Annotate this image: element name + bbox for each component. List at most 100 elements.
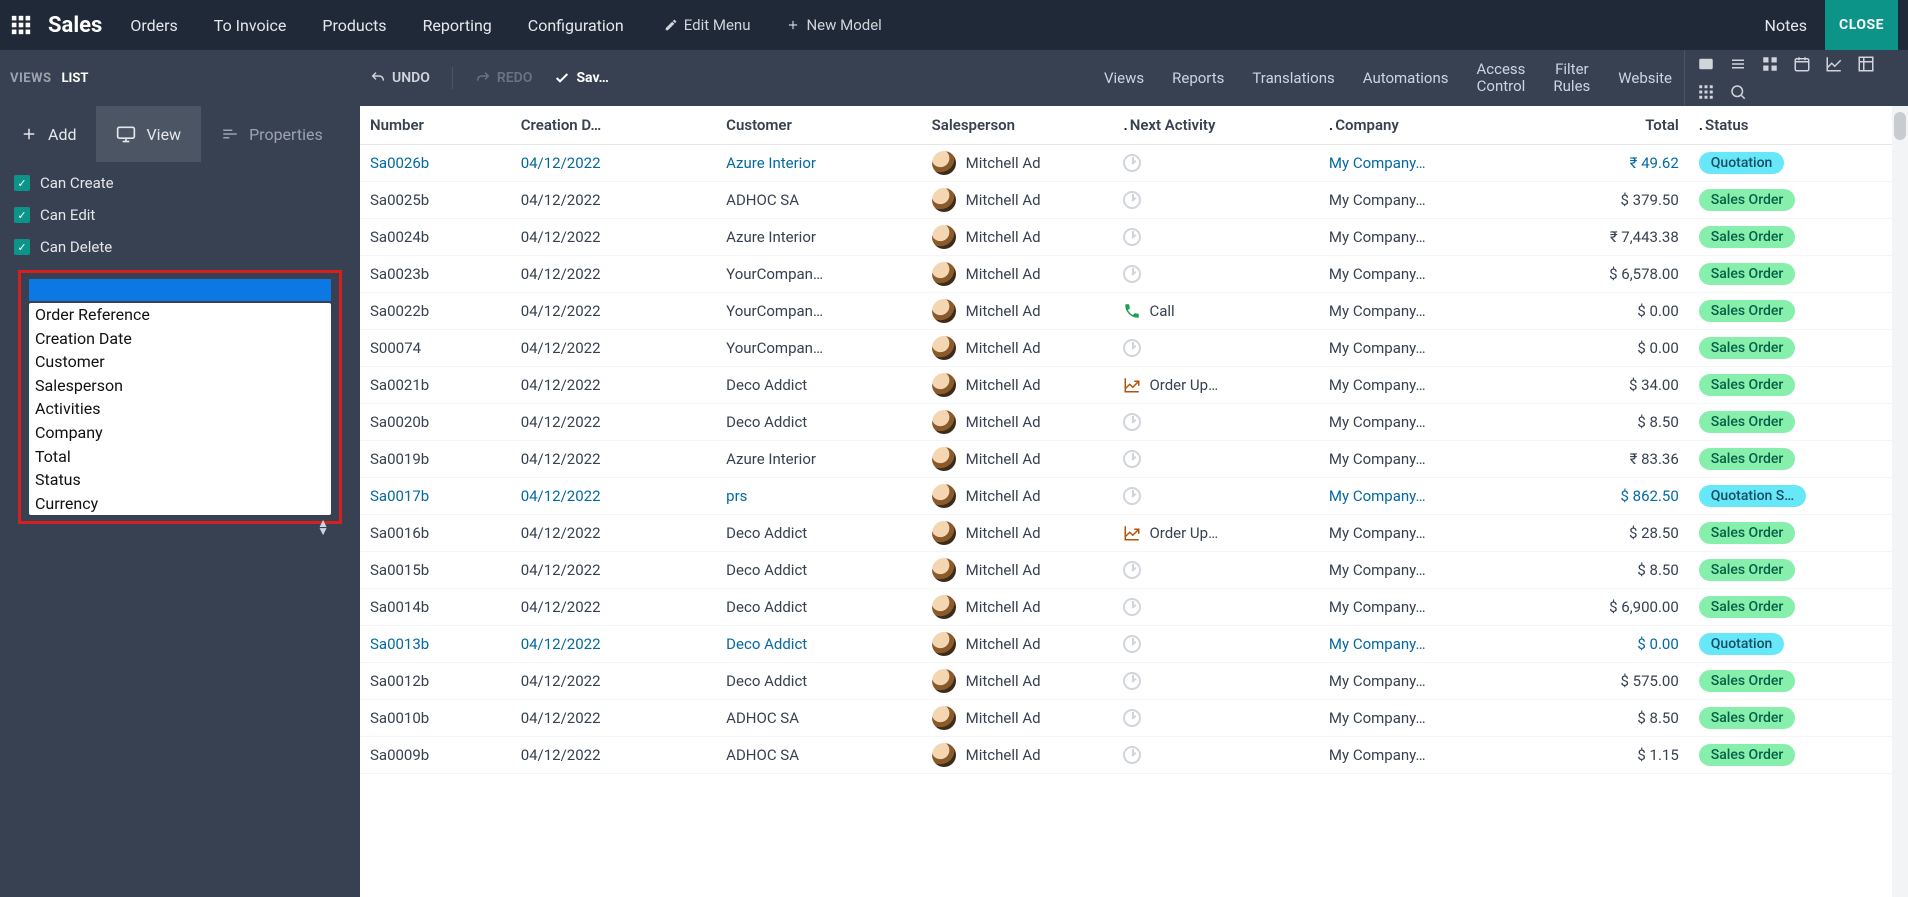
menu-orders[interactable]: Orders	[130, 16, 177, 35]
sidebar-tab-properties[interactable]: Properties	[201, 106, 343, 162]
graph-view-icon[interactable]	[1825, 55, 1843, 73]
cell-total: $ 8.50	[1497, 404, 1689, 441]
combo-option[interactable]: Customer	[29, 350, 331, 374]
combo-option[interactable]: Salesperson	[29, 374, 331, 398]
app-title[interactable]: Sales	[48, 13, 102, 38]
combo-option[interactable]: Creation Date	[29, 327, 331, 351]
table-row[interactable]: Sa0016b04/12/2022Deco AddictMitchell AdO…	[360, 515, 1908, 552]
table-row[interactable]: Sa0022b04/12/2022YourCompan…Mitchell AdC…	[360, 293, 1908, 330]
menu-products[interactable]: Products	[322, 16, 386, 35]
redo-button[interactable]: REDO	[475, 70, 533, 86]
tab-access-control[interactable]: AccessControl	[1476, 61, 1525, 96]
combo-option[interactable]: Total	[29, 445, 331, 469]
pencil-icon	[664, 18, 678, 32]
list-view-icon[interactable]	[1729, 55, 1747, 73]
tab-filter-rules[interactable]: FilterRules	[1553, 61, 1590, 96]
tab-automations[interactable]: Automations	[1363, 69, 1449, 87]
apps-icon[interactable]	[10, 14, 32, 36]
close-button[interactable]: CLOSE	[1825, 0, 1898, 50]
sort-by-input[interactable]	[29, 279, 331, 301]
col-company[interactable]: Company	[1319, 106, 1497, 145]
table-row[interactable]: Sa0009b04/12/2022ADHOC SAMitchell AdMy C…	[360, 737, 1908, 774]
col-salesperson[interactable]: Salesperson	[922, 106, 1114, 145]
col-next-activity[interactable]: Next Activity	[1113, 106, 1318, 145]
combo-option[interactable]: Activities	[29, 397, 331, 421]
table-row[interactable]: Sa0012b04/12/2022Deco AddictMitchell AdM…	[360, 663, 1908, 700]
can-edit-checkbox[interactable]: ✓Can Edit	[14, 206, 346, 224]
can-delete-label: Can Delete	[40, 238, 112, 256]
table-row[interactable]: Sa0014b04/12/2022Deco AddictMitchell AdM…	[360, 589, 1908, 626]
cell-activity[interactable]	[1113, 663, 1318, 700]
table-row[interactable]: Sa0019b04/12/2022Azure InteriorMitchell …	[360, 441, 1908, 478]
can-delete-checkbox[interactable]: ✓Can Delete	[14, 238, 346, 256]
cell-activity[interactable]	[1113, 700, 1318, 737]
edit-menu-button[interactable]: Edit Menu	[664, 16, 751, 34]
table-row[interactable]: Sa0021b04/12/2022Deco AddictMitchell AdO…	[360, 367, 1908, 404]
table-row[interactable]: Sa0020b04/12/2022Deco AddictMitchell AdM…	[360, 404, 1908, 441]
table-row[interactable]: Sa0026b04/12/2022Azure InteriorMitchell …	[360, 145, 1908, 182]
chart-icon	[1123, 524, 1141, 542]
combo-option[interactable]: Company	[29, 421, 331, 445]
cell-activity[interactable]	[1113, 737, 1318, 774]
col-creation-date[interactable]: Creation D…	[511, 106, 716, 145]
col-number[interactable]: Number	[360, 106, 511, 145]
undo-button[interactable]: UNDO	[370, 70, 430, 86]
menu-reporting[interactable]: Reporting	[423, 16, 492, 35]
table-row[interactable]: Sa0015b04/12/2022Deco AddictMitchell AdM…	[360, 552, 1908, 589]
cell-activity[interactable]	[1113, 552, 1318, 589]
list-breadcrumb[interactable]: LIST	[62, 71, 89, 86]
cell-salesperson: Mitchell Ad	[922, 663, 1114, 700]
grid-view-icon[interactable]	[1697, 83, 1715, 101]
table-row[interactable]: Sa0024b04/12/2022Azure InteriorMitchell …	[360, 219, 1908, 256]
sidebar-tab-view[interactable]: View	[96, 106, 201, 162]
sort-by-combobox[interactable]: Order Reference Creation Date Customer S…	[18, 270, 342, 524]
search-icon[interactable]	[1729, 83, 1747, 101]
table-row[interactable]: S0007404/12/2022YourCompan…Mitchell AdMy…	[360, 330, 1908, 367]
cell-activity[interactable]	[1113, 441, 1318, 478]
col-total[interactable]: Total	[1497, 106, 1689, 145]
cell-activity[interactable]	[1113, 478, 1318, 515]
cell-activity[interactable]	[1113, 145, 1318, 182]
cell-activity[interactable]	[1113, 404, 1318, 441]
cell-activity[interactable]	[1113, 182, 1318, 219]
tab-translations[interactable]: Translations	[1252, 69, 1334, 87]
card-view-icon[interactable]	[1697, 55, 1715, 73]
tab-views[interactable]: Views	[1104, 69, 1144, 87]
table-row[interactable]: Sa0023b04/12/2022YourCompan…Mitchell AdM…	[360, 256, 1908, 293]
combo-option[interactable]: Currency	[29, 492, 331, 516]
table-row[interactable]: Sa0025b04/12/2022ADHOC SAMitchell AdMy C…	[360, 182, 1908, 219]
calendar-view-icon[interactable]	[1793, 55, 1811, 73]
cell-activity[interactable]: Order Up…	[1113, 367, 1318, 404]
combo-option[interactable]: Status	[29, 468, 331, 492]
combo-option[interactable]: Order Reference	[29, 303, 331, 327]
col-customer[interactable]: Customer	[716, 106, 921, 145]
cell-date: 04/12/2022	[511, 441, 716, 478]
table-row[interactable]: Sa0017b04/12/2022prsMitchell AdMy Compan…	[360, 478, 1908, 515]
can-create-checkbox[interactable]: ✓Can Create	[14, 174, 346, 192]
cell-activity[interactable]	[1113, 256, 1318, 293]
new-model-button[interactable]: New Model	[786, 16, 881, 34]
sidebar-tab-add[interactable]: Add	[0, 106, 96, 162]
views-breadcrumb[interactable]: VIEWS	[10, 71, 52, 86]
kanban-view-icon[interactable]	[1761, 55, 1779, 73]
tab-website[interactable]: Website	[1618, 69, 1672, 87]
scrollbar[interactable]	[1892, 106, 1908, 897]
cell-activity[interactable]: Call	[1113, 293, 1318, 330]
avatar	[932, 262, 956, 286]
save-button[interactable]: Sav…	[554, 70, 608, 86]
col-status[interactable]: Status	[1689, 106, 1908, 145]
tab-reports[interactable]: Reports	[1172, 69, 1224, 87]
table-row[interactable]: Sa0010b04/12/2022ADHOC SAMitchell AdMy C…	[360, 700, 1908, 737]
sort-handle-icon[interactable]: ▲▼	[317, 519, 329, 536]
cell-activity[interactable]	[1113, 219, 1318, 256]
cell-activity[interactable]	[1113, 589, 1318, 626]
table-row[interactable]: Sa0013b04/12/2022Deco AddictMitchell AdM…	[360, 626, 1908, 663]
menu-to-invoice[interactable]: To Invoice	[214, 16, 287, 35]
cell-activity[interactable]	[1113, 626, 1318, 663]
notes-link[interactable]: Notes	[1765, 16, 1808, 35]
cell-activity[interactable]: Order Up…	[1113, 515, 1318, 552]
pivot-view-icon[interactable]	[1857, 55, 1875, 73]
menu-configuration[interactable]: Configuration	[528, 16, 624, 35]
cell-total: $ 8.50	[1497, 700, 1689, 737]
cell-activity[interactable]	[1113, 330, 1318, 367]
